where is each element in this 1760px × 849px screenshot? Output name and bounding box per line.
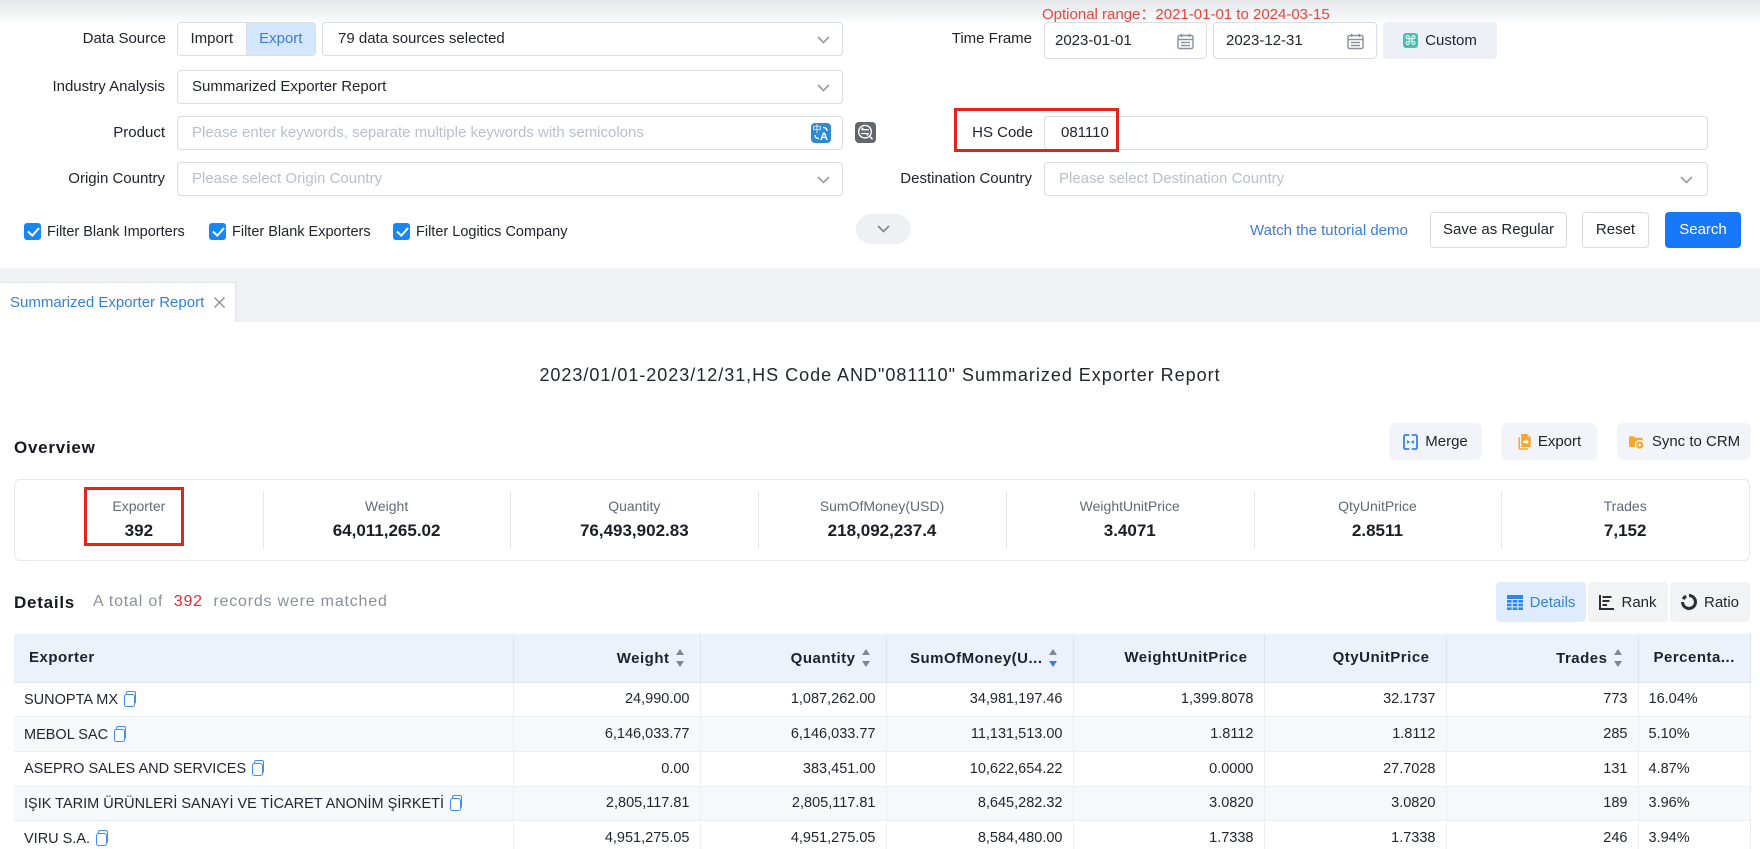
svg-text:A: A (820, 131, 828, 143)
